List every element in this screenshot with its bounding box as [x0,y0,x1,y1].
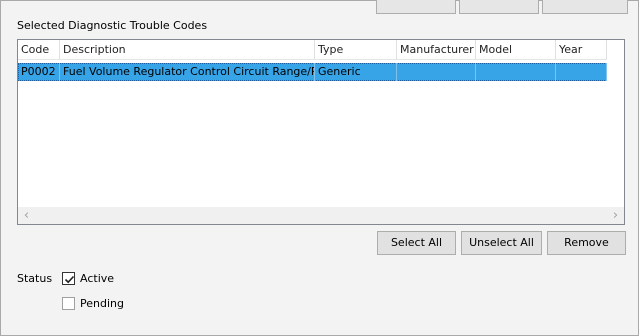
cell-year [556,63,607,81]
cell-manufacturer [397,63,476,81]
pending-label[interactable]: Pending [80,297,124,310]
active-label[interactable]: Active [80,272,114,285]
pending-checkbox[interactable] [62,297,75,310]
column-header-model[interactable]: Model [476,40,556,59]
top-button-1[interactable] [376,0,456,14]
cell-model [476,63,556,81]
column-header-type[interactable]: Type [315,40,397,59]
checkmark-icon [64,275,75,284]
top-button-2[interactable] [459,0,539,14]
column-header-manufacturer[interactable]: Manufacturer [397,40,476,59]
horizontal-scrollbar[interactable]: ‹ › [18,207,624,224]
dtc-grid[interactable]: Code Description Type Manufacturer Model… [17,39,625,225]
remove-button[interactable]: Remove [547,231,626,255]
cell-code: P0002 [18,63,60,81]
column-header-code[interactable]: Code [18,40,60,59]
column-header-description[interactable]: Description [60,40,315,59]
scroll-right-arrow-icon[interactable]: › [607,207,624,224]
grid-header: Code Description Type Manufacturer Model… [18,40,607,60]
dtc-panel: Selected Diagnostic Trouble Codes Code D… [0,0,639,336]
group-title: Selected Diagnostic Trouble Codes [17,19,208,32]
column-header-year[interactable]: Year [556,40,607,59]
status-label: Status [17,272,53,285]
select-all-button[interactable]: Select All [377,231,456,255]
table-row[interactable]: P0002 Fuel Volume Regulator Control Circ… [18,63,607,81]
scroll-left-arrow-icon[interactable]: ‹ [18,207,35,224]
cell-type: Generic [315,63,397,81]
unselect-all-button[interactable]: Unselect All [461,231,542,255]
grid-right-gutter [607,40,624,207]
top-button-3[interactable] [542,0,628,14]
active-checkbox[interactable] [62,272,75,285]
cell-description: Fuel Volume Regulator Control Circuit Ra… [60,63,315,81]
